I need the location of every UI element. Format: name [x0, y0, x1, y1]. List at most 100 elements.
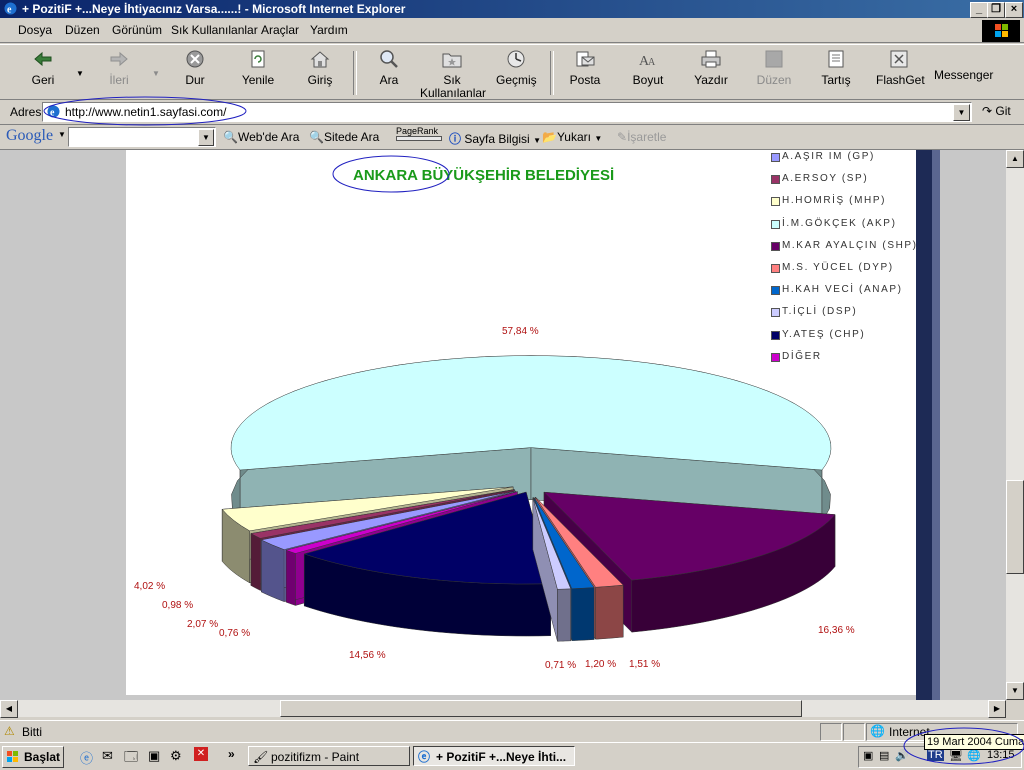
discuss-button[interactable]: Tartış — [820, 49, 852, 87]
quicklaunch-desktop-icon[interactable]: 🗔 — [124, 748, 138, 770]
search-icon — [380, 50, 398, 68]
history-button[interactable]: Geçmiş — [496, 49, 537, 87]
up-folder-icon: 📂 — [542, 130, 557, 144]
legend-swatch-dyp — [771, 264, 780, 273]
tray-app-icon[interactable]: ▣ — [863, 749, 873, 762]
page-side-stripe-light — [932, 150, 940, 700]
pie-slice-side-sp — [250, 533, 261, 591]
refresh-button[interactable]: Yenile — [241, 49, 275, 87]
search-web-button[interactable]: 🔍Web'de Ara — [223, 130, 299, 144]
go-button[interactable]: ↷ Git — [982, 104, 1011, 118]
standard-toolbar: Geri ▼ İleri ▼ Dur Yenile Giriş Ara Sık … — [0, 44, 1024, 100]
tray-network-icon[interactable]: ▤ — [879, 749, 889, 762]
menu-view[interactable]: Görünüm — [112, 23, 162, 37]
pct-label-akp: 57,84 % — [502, 326, 539, 337]
address-dropdown-icon[interactable]: ▼ — [953, 104, 970, 121]
favorites-button[interactable]: Sık Kullanılanlar — [420, 49, 486, 100]
menu-file[interactable]: Dosya — [18, 23, 52, 37]
scroll-down-icon[interactable]: ▼ — [1006, 682, 1024, 700]
pagerank-indicator[interactable]: PageRank — [396, 126, 442, 141]
legend-item-mhp: H.HOMRİŞ (MHP) — [771, 195, 886, 207]
legend-label-gp: A.AŞIR IM (GP) — [782, 151, 875, 162]
pct-label-mhp: 4,02 % — [134, 581, 166, 592]
history-label: Geçmiş — [496, 73, 537, 87]
horizontal-scroll-thumb[interactable] — [280, 700, 802, 717]
back-dropdown-icon[interactable]: ▼ — [76, 69, 84, 78]
pie-chart: ANKARA BÜYÜKŞEHİR BELEDİYESİ — [221, 155, 836, 642]
refresh-icon — [251, 50, 265, 68]
quicklaunch-ie-icon[interactable]: ⓔ — [80, 748, 93, 767]
search-site-button[interactable]: 🔍Sitede Ara — [309, 130, 379, 144]
mail-icon — [576, 51, 595, 67]
print-button[interactable]: Yazdır — [694, 49, 728, 87]
google-search-dropdown-icon[interactable]: ▼ — [198, 129, 214, 146]
quicklaunch-media-icon[interactable]: ⚙ — [170, 748, 182, 764]
vertical-scroll-thumb[interactable] — [1006, 480, 1024, 574]
windows-logo-icon — [982, 20, 1020, 42]
back-label: Geri — [31, 73, 55, 87]
horizontal-scrollbar[interactable]: ◀ ▶ — [0, 700, 1006, 718]
quicklaunch-outlook-icon[interactable]: ✉ — [102, 748, 113, 764]
pie-slice-side-gp — [261, 539, 285, 602]
quicklaunch-chevron-icon[interactable]: » — [228, 747, 235, 761]
scroll-up-icon[interactable]: ▲ — [1006, 150, 1024, 168]
menu-edit[interactable]: Düzen — [65, 23, 100, 37]
search-button[interactable]: Ara — [376, 49, 402, 87]
task-paint[interactable]: 🖌 pozitifizm - Paint — [248, 746, 410, 766]
legend-label-shp: M.KAR AYALÇIN (SHP) — [782, 239, 918, 251]
legend-item-shp: M.KAR AYALÇIN (SHP) — [771, 240, 918, 251]
restore-button[interactable]: ❐ — [987, 2, 1005, 18]
go-arrow-icon: ↷ — [982, 104, 993, 118]
highlight-button[interactable]: ✎İşaretle — [617, 130, 666, 144]
up-button[interactable]: 📂Yukarı ▼ — [542, 130, 602, 144]
printer-icon — [701, 50, 721, 68]
quicklaunch-app-icon[interactable]: ▣ — [148, 748, 160, 764]
vertical-scrollbar[interactable]: ▲ ▼ — [1006, 150, 1024, 700]
scroll-left-icon[interactable]: ◀ — [0, 700, 18, 718]
pie-slice-akp — [230, 355, 832, 523]
quicklaunch-red-app-icon[interactable]: ✕ — [194, 747, 208, 761]
page-info-button[interactable]: ⓘ Sayfa Bilgisi ▼ — [449, 130, 541, 147]
svg-text:e: e — [7, 5, 12, 16]
home-icon — [310, 51, 330, 68]
text-size-icon: AA — [639, 54, 656, 69]
edit-page-icon — [765, 50, 783, 68]
legend-item-dsp: T.İÇLİ (DSP) — [771, 306, 857, 318]
scroll-right-icon[interactable]: ▶ — [988, 700, 1006, 718]
highlighter-icon: ✎ — [617, 130, 628, 144]
flashget-button[interactable]: FlashGet — [876, 49, 925, 87]
menu-help[interactable]: Yardım — [310, 23, 348, 37]
google-logo[interactable]: Google — [6, 127, 53, 145]
size-button[interactable]: AA Boyut — [632, 49, 664, 87]
internet-globe-icon: 🌐 — [870, 724, 885, 738]
mail-button[interactable]: Posta — [568, 49, 602, 87]
home-button[interactable]: Giriş — [306, 49, 334, 87]
google-menu-dropdown-icon[interactable]: ▼ — [58, 130, 66, 139]
start-button[interactable]: Başlat — [2, 746, 64, 768]
close-button[interactable]: × — [1005, 2, 1023, 18]
taskbar: Başlat ⓔ ✉ 🗔 ▣ ⚙ ✕ » 🖌 pozitifizm - Pain… — [0, 742, 1024, 769]
search-site-label: Sitede Ara — [323, 130, 380, 144]
menu-tools[interactable]: Araçlar — [261, 23, 299, 37]
warning-icon: ⚠ — [4, 724, 15, 738]
minimize-button[interactable]: _ — [970, 2, 988, 18]
legend-label-diger: DİĞER — [782, 350, 822, 362]
menu-favorites[interactable]: Sık Kullanılanlar — [171, 23, 258, 37]
pct-label-sp: 0,98 % — [162, 600, 194, 611]
search-web-label: Web'de Ara — [237, 130, 300, 144]
task-ie[interactable]: ⓔ + PozitiF +...Neye İhti... — [413, 746, 575, 766]
stop-label: Dur — [185, 73, 205, 87]
forward-dropdown-icon[interactable]: ▼ — [152, 69, 160, 78]
messenger-button[interactable]: Messenger — [934, 69, 993, 82]
back-button[interactable]: Geri — [30, 49, 56, 87]
up-label: Yukarı — [556, 130, 591, 144]
title-bar[interactable]: e + PozitiF +...Neye İhtiyacınız Varsa..… — [0, 0, 1024, 18]
site-search-icon: 🔍 — [309, 130, 324, 144]
pie-slice-side-dyp — [595, 584, 624, 640]
refresh-label: Yenile — [241, 73, 275, 87]
edit-button[interactable]: Düzen — [756, 49, 792, 87]
forward-button[interactable]: İleri — [106, 49, 132, 87]
back-arrow-icon — [34, 51, 52, 67]
google-search-input[interactable]: ▼ — [68, 127, 216, 147]
stop-button[interactable]: Dur — [182, 49, 208, 87]
